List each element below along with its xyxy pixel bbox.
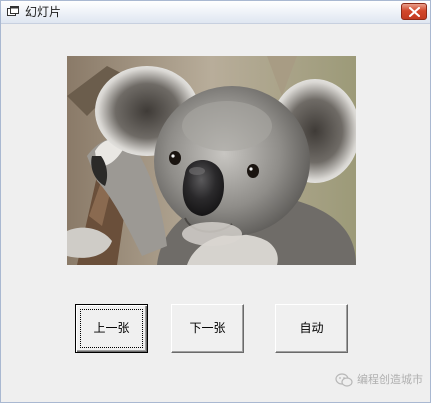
slideshow-window: 幻灯片 上一张 下一张 自动 编程创造城市 (0, 0, 431, 403)
watermark-text: 编程创造城市 (357, 373, 423, 386)
next-button[interactable]: 下一张 (171, 304, 244, 353)
close-button[interactable] (401, 3, 427, 20)
auto-play-button[interactable]: 自动 (275, 304, 348, 353)
title-bar[interactable]: 幻灯片 (1, 1, 430, 24)
previous-button[interactable]: 上一张 (75, 304, 148, 353)
next-button-label: 下一张 (189, 321, 226, 335)
app-icon (7, 6, 19, 16)
wechat-icon (335, 373, 353, 387)
slide-picture (67, 56, 356, 265)
auto-play-button-label: 自动 (299, 321, 324, 335)
koala-photo (67, 56, 356, 265)
previous-button-label: 上一张 (93, 321, 130, 335)
window-title: 幻灯片 (25, 5, 62, 19)
close-icon (409, 7, 420, 17)
